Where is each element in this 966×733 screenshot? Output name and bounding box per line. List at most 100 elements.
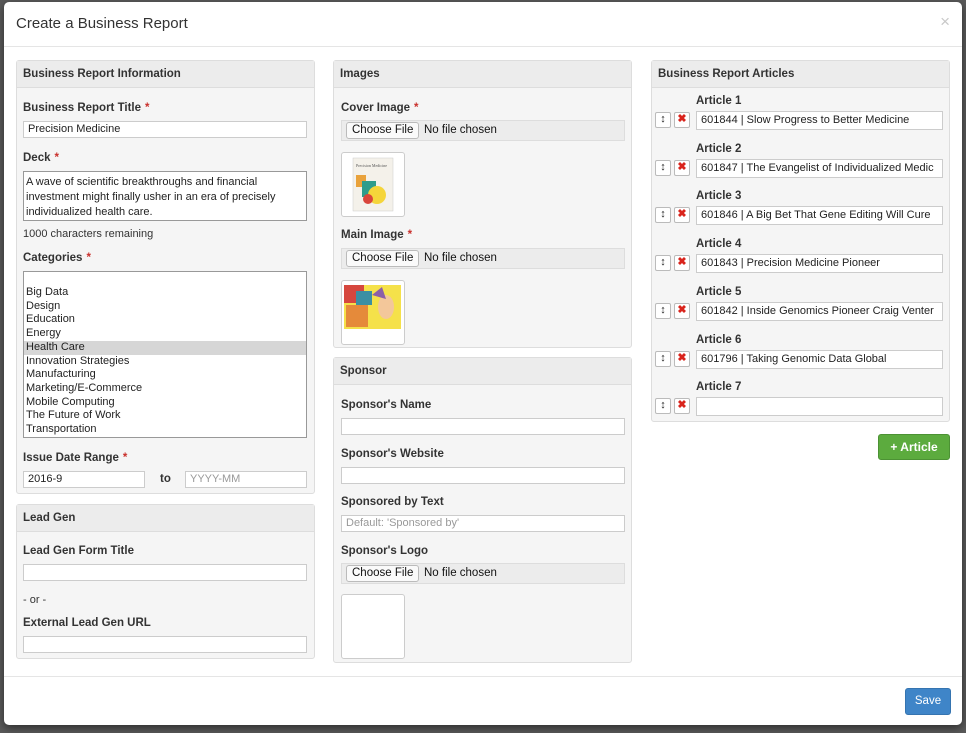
no-file-text: No file chosen [424,124,497,136]
cover-file-input[interactable]: Choose File No file chosen [341,120,625,141]
date-range-label: Issue Date Range * [23,452,128,464]
remove-article-icon[interactable]: ✖ [674,302,690,319]
save-button[interactable]: Save [905,688,951,715]
choose-file-button[interactable]: Choose File [346,250,420,267]
drag-handle-icon[interactable]: ↕ [655,112,671,128]
article-label: Article 3 [696,190,742,203]
drag-handle-icon[interactable]: ↕ [655,302,671,319]
sponsored-by-input[interactable]: Default: 'Sponsored by' [341,515,625,532]
required-marker: * [145,102,150,114]
categories-label: Categories * [23,252,91,264]
article-input[interactable]: 601844 | Slow Progress to Better Medicin… [696,111,943,130]
report-title-input[interactable]: Precision Medicine [23,121,307,138]
categories-listbox[interactable]: Big Data Design Education Energy Health Care… [23,271,307,438]
choose-file-button[interactable]: Choose File [346,122,420,139]
deck-textarea[interactable]: A wave of scientific breakthroughs and f… [23,171,307,221]
footer-divider [4,676,962,677]
category-option[interactable]: Design [24,300,306,314]
lead-gen-url-label: External Lead Gen URL [23,617,151,629]
cover-thumb-title: Precision Medicine [356,163,387,168]
report-info-panel: Business Report Information Business Rep… [16,60,315,494]
to-label: to [160,473,171,485]
close-icon[interactable]: × [940,12,950,32]
drag-handle-icon[interactable]: ↕ [655,398,671,415]
article-label: Article 1 [696,95,742,107]
article-input[interactable]: 601843 | Precision Medicine Pioneer [696,254,943,274]
sponsor-logo-file-input[interactable]: Choose File No file chosen [341,563,625,584]
article-label: Article 6 [696,333,742,346]
category-option[interactable]: Innovation Strategies [24,355,306,369]
drag-handle-icon[interactable]: ↕ [655,159,671,176]
required-marker: * [86,252,91,264]
sponsor-heading: Sponsor [334,358,631,385]
cover-thumbnail-image: Precision Medicine [352,157,394,212]
sponsor-website-label: Sponsor's Website [341,448,444,460]
main-thumbnail [341,280,405,345]
article-label: Article 4 [696,238,742,251]
category-option[interactable]: Big Data [24,286,306,300]
sponsor-logo-label: Sponsor's Logo [341,545,429,557]
no-file-text: No file chosen [424,567,497,579]
cover-image-label: Cover Image * [341,102,419,114]
date-from-input[interactable]: 2016-9 [23,471,145,488]
sponsor-panel: Sponsor Sponsor's Name Sponsor's Website… [333,357,632,663]
lead-gen-form-title-label: Lead Gen Form Title [23,545,134,557]
remove-article-icon[interactable]: ✖ [674,255,690,272]
main-image-label: Main Image * [341,229,413,241]
required-marker: * [122,452,128,464]
article-input[interactable]: 601846 | A Big Bet That Gene Editing Wil… [696,206,943,226]
lead-gen-url-input[interactable] [23,636,307,653]
remove-article-icon[interactable]: ✖ [674,398,690,415]
category-option[interactable]: The Future of Work [24,409,306,423]
deck-label: Deck * [23,152,59,164]
choose-file-button[interactable]: Choose File [346,565,420,582]
article-input[interactable]: 601847 | The Evangelist of Individualize… [696,158,943,178]
remove-article-icon[interactable]: ✖ [674,112,690,128]
sponsored-by-label: Sponsored by Text [341,496,444,508]
modal-header: Create a Business Report × [4,2,962,47]
category-option[interactable]: Health Care [24,340,306,355]
date-to-input[interactable]: YYYY-MM [185,471,307,488]
drag-handle-icon[interactable]: ↕ [655,255,671,272]
main-thumbnail-image [344,285,401,329]
article-input[interactable]: 601842 | Inside Genomics Pioneer Craig V… [696,301,943,321]
remove-article-icon[interactable]: ✖ [674,159,690,176]
articles-panel: Business Report Articles Article 1 ↕ ✖ 6018… [651,60,950,422]
drag-handle-icon[interactable]: ↕ [655,207,671,224]
sponsor-name-input[interactable] [341,418,625,435]
article-input[interactable]: 601796 | Taking Genomic Data Global [696,349,943,369]
category-option[interactable]: Energy [24,327,306,341]
required-marker: * [54,152,59,164]
cover-thumbnail: Precision Medicine [341,152,405,217]
category-option[interactable]: Education [24,313,306,327]
category-option[interactable]: Manufacturing [24,368,306,382]
or-text: - or - [23,594,47,606]
remove-article-icon[interactable]: ✖ [674,207,690,224]
lead-gen-heading: Lead Gen [17,505,314,532]
report-title-label: Business Report Title * [23,102,150,114]
images-heading: Images [334,61,631,88]
main-file-input[interactable]: Choose File No file chosen [341,248,625,269]
required-marker: * [414,102,419,114]
images-panel: Images Cover Image * Choose File No file … [333,60,632,348]
category-option[interactable]: Marketing/E-Commerce [24,382,306,396]
article-input[interactable] [696,397,943,417]
lead-gen-form-title-input[interactable] [23,564,307,581]
no-file-text: No file chosen [424,252,497,264]
add-article-button[interactable]: + Article [878,434,950,460]
article-label: Article 7 [696,381,742,394]
sponsor-website-input[interactable] [341,467,625,484]
category-option[interactable]: Mobile Computing [24,396,306,410]
chars-remaining: 1000 characters remaining [23,228,154,240]
article-label: Article 2 [696,142,742,155]
articles-heading: Business Report Articles [652,61,949,88]
sponsor-name-label: Sponsor's Name [341,399,432,411]
lead-gen-panel: Lead Gen Lead Gen Form Title - or - Exte… [16,504,315,659]
remove-article-icon[interactable]: ✖ [674,350,690,367]
drag-handle-icon[interactable]: ↕ [655,350,671,367]
report-info-heading: Business Report Information [17,61,314,88]
required-marker: * [407,229,413,241]
create-report-modal: Create a Business Report × Business Repo… [4,2,962,725]
category-option[interactable]: Transportation [24,423,306,437]
article-label: Article 5 [696,285,742,298]
